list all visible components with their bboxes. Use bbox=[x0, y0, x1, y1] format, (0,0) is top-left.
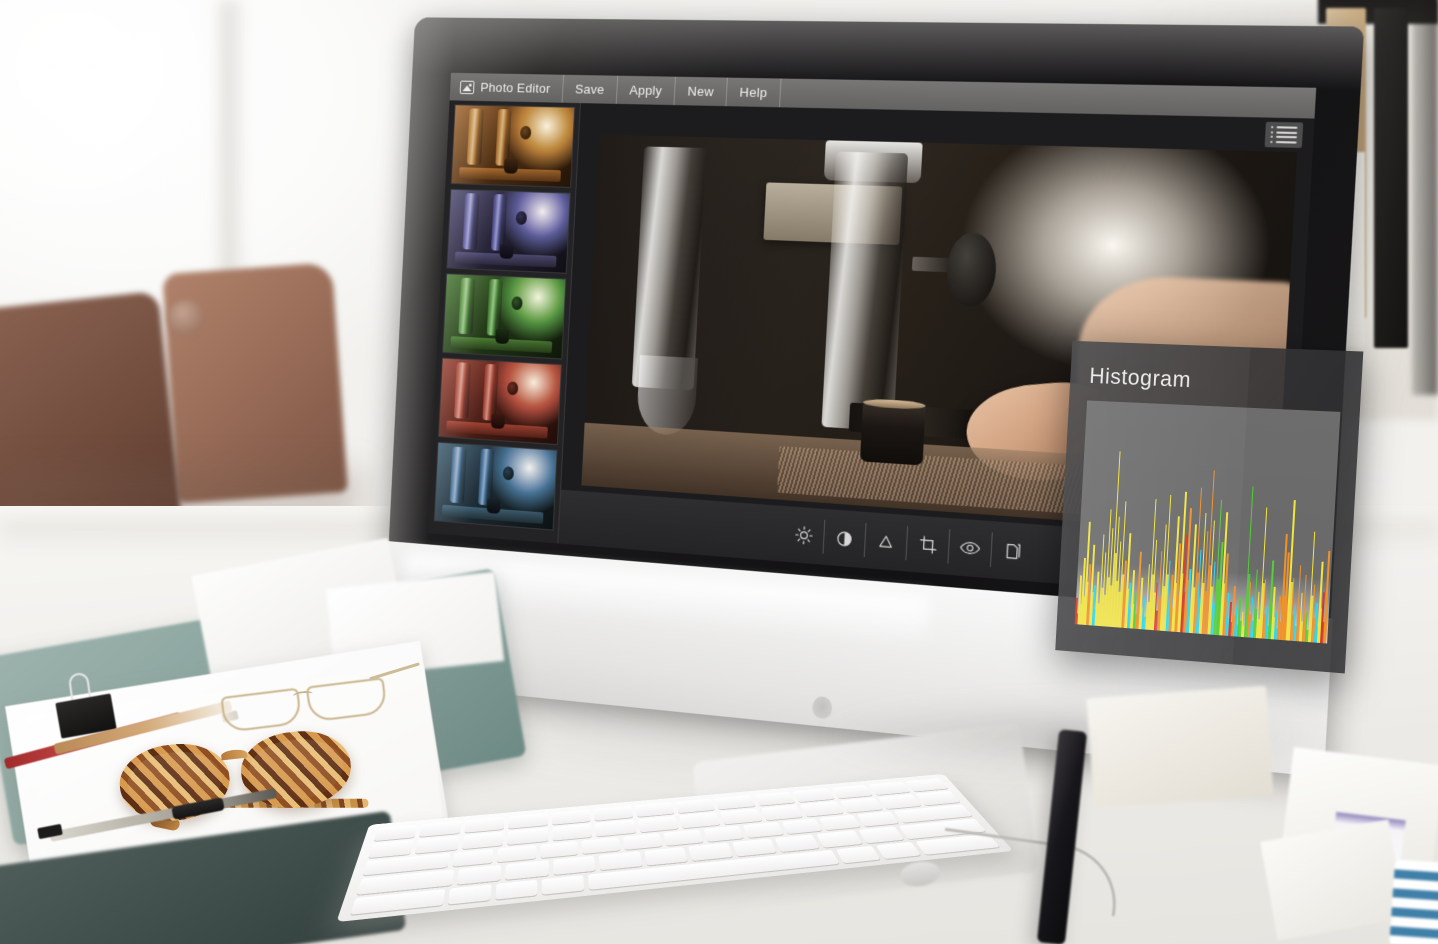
keyboard-key[interactable] bbox=[552, 809, 591, 825]
filter-thumbnail-3[interactable] bbox=[442, 273, 566, 359]
keyboard-key[interactable] bbox=[688, 843, 732, 861]
keyboard-key[interactable] bbox=[663, 829, 703, 846]
keyboard-key[interactable] bbox=[761, 805, 803, 820]
keyboard-key[interactable] bbox=[637, 816, 678, 832]
keyboard-key[interactable] bbox=[419, 821, 461, 837]
keyboard-key[interactable] bbox=[720, 809, 762, 825]
keyboard-key[interactable] bbox=[857, 811, 899, 827]
keyboard-key[interactable] bbox=[819, 815, 861, 831]
histogram-panel[interactable]: Histogram bbox=[1055, 341, 1363, 674]
binder-dark bbox=[1374, 8, 1408, 348]
keyboard-key[interactable] bbox=[679, 812, 721, 828]
keyboard-key[interactable] bbox=[906, 778, 948, 792]
desk-scene: Photo Editor Save Apply New Help Histogr… bbox=[0, 0, 1438, 944]
striped-mug bbox=[1389, 859, 1438, 944]
contrast-icon[interactable] bbox=[824, 520, 867, 557]
keyboard-key[interactable] bbox=[644, 847, 688, 865]
keyboard-key[interactable] bbox=[715, 795, 756, 810]
keyboard-key[interactable] bbox=[453, 849, 494, 867]
keyboard-key[interactable] bbox=[542, 875, 584, 895]
keyboard-key[interactable] bbox=[876, 842, 921, 860]
keyboard-key[interactable] bbox=[781, 818, 822, 834]
keyboard-key[interactable] bbox=[374, 825, 418, 842]
keyboard-key[interactable] bbox=[754, 792, 795, 807]
keyboard-key[interactable] bbox=[497, 845, 536, 863]
keyboard-key[interactable] bbox=[508, 813, 547, 829]
histogram-plot bbox=[1075, 400, 1341, 643]
keyboard-key[interactable] bbox=[593, 806, 632, 821]
keyboard-key[interactable] bbox=[416, 836, 460, 853]
menu-item-photo-editor[interactable]: Photo Editor bbox=[450, 73, 564, 103]
group-head-left bbox=[631, 146, 705, 390]
keyboard-key[interactable] bbox=[505, 860, 548, 879]
sharpen-icon[interactable] bbox=[865, 523, 908, 560]
keyboard-key[interactable] bbox=[800, 801, 843, 816]
keyboard-key[interactable] bbox=[582, 837, 621, 854]
menu-item-apply[interactable]: Apply bbox=[617, 76, 676, 105]
keyboard-key[interactable] bbox=[858, 826, 904, 843]
keyboard-key[interactable] bbox=[869, 781, 911, 795]
group-head-right bbox=[821, 151, 908, 431]
chair-back-right bbox=[162, 262, 348, 503]
filter-thumbnail-5[interactable] bbox=[434, 442, 558, 531]
filter-thumbnail-rail[interactable] bbox=[428, 100, 581, 543]
notepad-right bbox=[1086, 686, 1273, 808]
keyboard-key[interactable] bbox=[775, 834, 820, 851]
thumbnail-gloss bbox=[435, 443, 557, 530]
thumbnail-gloss bbox=[443, 274, 565, 358]
menu-item-help[interactable]: Help bbox=[726, 78, 781, 108]
keyboard-key[interactable] bbox=[878, 794, 921, 809]
histogram-bars bbox=[1075, 400, 1341, 643]
keyboard-key[interactable] bbox=[743, 822, 784, 838]
keyboard-key[interactable] bbox=[831, 785, 873, 799]
keyboard-key[interactable] bbox=[507, 828, 547, 845]
keyboard-key[interactable] bbox=[368, 840, 414, 858]
brightness-icon[interactable] bbox=[783, 517, 826, 554]
menu-item-label: Apply bbox=[629, 83, 663, 98]
keyboard-key[interactable] bbox=[817, 830, 863, 847]
espresso-cup bbox=[860, 404, 925, 466]
chair-arm bbox=[168, 300, 204, 336]
menu-item-save[interactable]: Save bbox=[563, 75, 619, 104]
menu-item-label: Help bbox=[739, 85, 768, 100]
keyboard-key[interactable] bbox=[793, 788, 834, 802]
keyboard-key[interactable] bbox=[464, 817, 505, 833]
preview-eye-icon[interactable] bbox=[948, 529, 992, 567]
keyboard-key[interactable] bbox=[835, 846, 880, 864]
crop-icon[interactable] bbox=[906, 526, 950, 564]
keyboard-key[interactable] bbox=[732, 839, 777, 857]
filter-thumbnail-2[interactable] bbox=[446, 189, 570, 274]
keyboard-key[interactable] bbox=[540, 841, 578, 859]
image-icon bbox=[460, 80, 475, 94]
menu-item-label: Photo Editor bbox=[480, 80, 551, 96]
keyboard-key[interactable] bbox=[448, 884, 492, 905]
menu-item-label: Save bbox=[575, 82, 605, 97]
keyboard-key[interactable] bbox=[552, 824, 592, 841]
keyboard-key[interactable] bbox=[703, 826, 743, 842]
keyboard-key[interactable] bbox=[840, 798, 883, 813]
keyboard-key[interactable] bbox=[595, 820, 636, 836]
thumbnail-gloss bbox=[447, 190, 569, 273]
layers-icon[interactable] bbox=[991, 532, 1036, 570]
filter-thumbnail-1[interactable] bbox=[451, 104, 575, 188]
shelf-right-shadow bbox=[1412, 0, 1438, 395]
keyboard-key[interactable] bbox=[635, 802, 675, 817]
keyboard-key[interactable] bbox=[623, 833, 662, 850]
filter-thumbnail-4[interactable] bbox=[438, 358, 562, 446]
keyboard-key[interactable] bbox=[456, 865, 501, 885]
keyboard-key[interactable] bbox=[675, 799, 715, 814]
list-menu-icon[interactable] bbox=[1265, 122, 1304, 148]
keyboard-key[interactable] bbox=[916, 791, 960, 805]
histogram-title: Histogram bbox=[1089, 363, 1192, 393]
keyboard-key[interactable] bbox=[553, 856, 596, 875]
keyboard-key[interactable] bbox=[462, 832, 504, 849]
menu-item-label: New bbox=[687, 84, 714, 99]
keyboard-key[interactable] bbox=[495, 879, 537, 899]
thumbnail-gloss bbox=[439, 359, 561, 445]
menu-item-new[interactable]: New bbox=[675, 77, 728, 106]
keyboard-key[interactable] bbox=[599, 851, 642, 870]
thumbnail-gloss bbox=[452, 105, 575, 187]
